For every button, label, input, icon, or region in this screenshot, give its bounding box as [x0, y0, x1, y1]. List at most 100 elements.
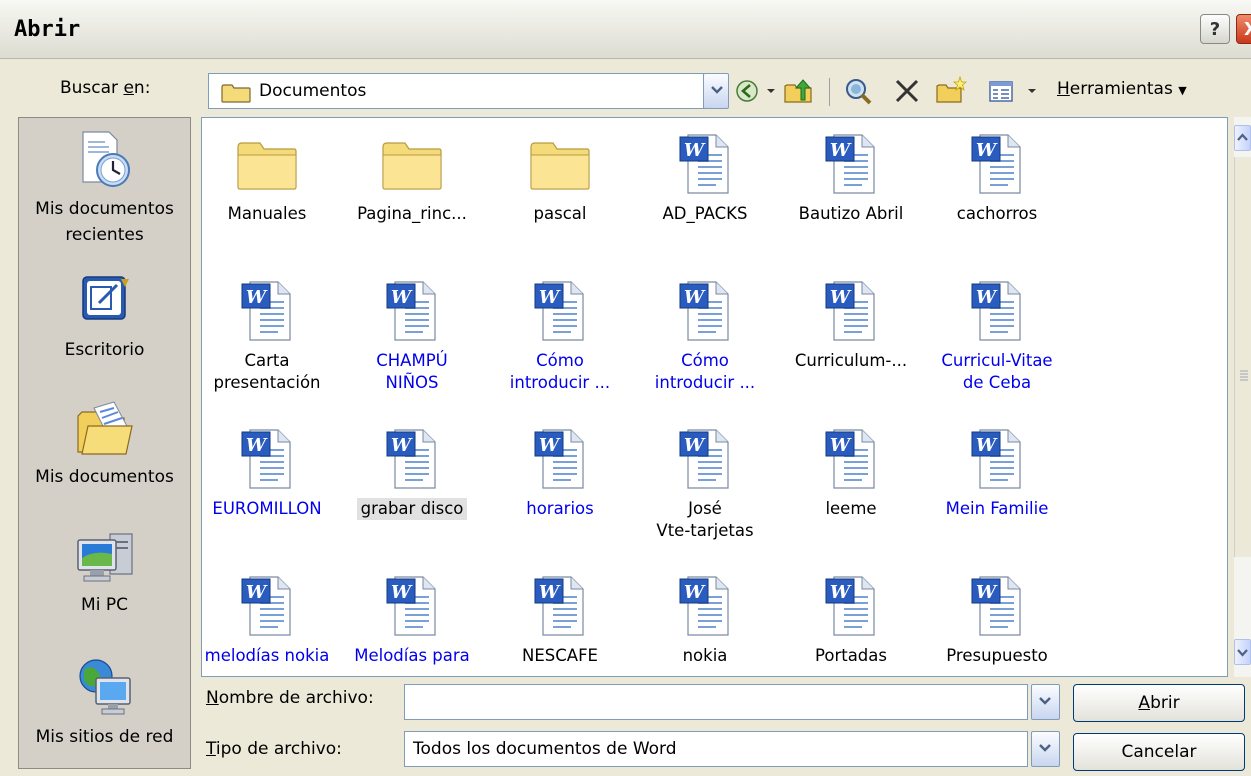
- filetype-combo[interactable]: Todos los documentos de Word: [404, 731, 1060, 767]
- file-name-line: CHAMPÚ: [376, 351, 448, 370]
- new-folder-icon[interactable]: [935, 72, 967, 110]
- file-item[interactable]: W Mein Familie: [922, 428, 1072, 520]
- word-document-icon: W: [241, 281, 291, 341]
- tools-menu-button[interactable]: Herramientas ▼: [1057, 79, 1187, 99]
- file-name: José Vte-tarjetas: [652, 498, 757, 542]
- file-item[interactable]: W Cómo introducir ...: [630, 280, 780, 394]
- file-name: leeme: [821, 498, 880, 520]
- filename-combo[interactable]: [404, 684, 1060, 720]
- file-name: CHAMPÚ NIÑOS: [372, 350, 451, 394]
- close-button[interactable]: X: [1236, 14, 1251, 44]
- vertical-scrollbar[interactable]: [1234, 117, 1251, 677]
- file-item[interactable]: W Cómo introducir ...: [485, 280, 635, 394]
- scroll-up-button[interactable]: [1234, 125, 1251, 151]
- word-document-icon: W: [386, 576, 436, 636]
- folder-icon: [237, 142, 297, 190]
- file-item[interactable]: Wleeme: [776, 428, 926, 520]
- svg-text:W: W: [976, 287, 998, 308]
- file-item[interactable]: W Carta presentación: [202, 280, 342, 394]
- file-item[interactable]: W Curriculum-...: [776, 280, 926, 372]
- look-in-dropdown-button[interactable]: [703, 73, 729, 109]
- place-desktop[interactable]: Escritorio: [19, 273, 190, 363]
- file-item[interactable]: Pagina_rinc...: [337, 133, 487, 225]
- file-item[interactable]: W Bautizo Abril: [776, 133, 926, 225]
- filename-dropdown-button[interactable]: [1031, 684, 1060, 720]
- place-network[interactable]: Mis sitios de red: [19, 656, 190, 750]
- file-item[interactable]: Whorarios: [485, 428, 635, 520]
- file-item[interactable]: W AD_PACKS: [630, 133, 780, 225]
- filetype-label: Tipo de archivo:: [206, 739, 342, 759]
- back-dropdown-icon[interactable]: [766, 72, 776, 110]
- place-label: Mis documentos: [35, 199, 174, 219]
- file-name-line: leeme: [825, 499, 877, 518]
- word-document-icon: W: [679, 429, 729, 489]
- file-name: Cómo introducir ...: [651, 350, 759, 394]
- search-web-icon[interactable]: [843, 72, 875, 110]
- file-name-line: Manuales: [227, 204, 307, 223]
- my-documents-icon: [76, 401, 133, 455]
- file-item[interactable]: Wgrabar disco: [337, 428, 487, 520]
- scrollbar-track[interactable]: [1234, 157, 1251, 557]
- file-item[interactable]: W Melodías para: [337, 575, 487, 667]
- delete-icon[interactable]: [893, 72, 921, 110]
- svg-text:W: W: [246, 582, 268, 603]
- filetype-value: Todos los documentos de Word: [413, 739, 677, 759]
- svg-text:W: W: [684, 582, 706, 603]
- file-item[interactable]: W José Vte-tarjetas: [630, 428, 780, 542]
- cancel-button[interactable]: Cancelar: [1073, 733, 1245, 771]
- file-name-line: EUROMILLON: [212, 499, 322, 518]
- file-name-line: Pagina_rinc...: [357, 204, 467, 223]
- file-item[interactable]: W EUROMILLON: [202, 428, 342, 520]
- scroll-down-button[interactable]: [1234, 639, 1251, 665]
- file-item[interactable]: W CHAMPÚ NIÑOS: [337, 280, 487, 394]
- file-name-line: grabar disco: [360, 499, 464, 518]
- place-my-computer[interactable]: Mi PC: [19, 528, 190, 618]
- places-bar: Mis documentos recientes Escritorio Mis …: [18, 117, 191, 769]
- file-item[interactable]: W Portadas: [776, 575, 926, 667]
- place-label: recientes: [65, 225, 144, 245]
- filename-label: Nombre de archivo:: [206, 688, 374, 708]
- place-recent-documents[interactable]: Mis documentos recientes: [19, 130, 190, 248]
- file-item[interactable]: Wmelodías nokia: [202, 575, 342, 667]
- look-in-combo[interactable]: Documentos: [208, 73, 729, 109]
- back-icon[interactable]: [735, 72, 761, 110]
- look-in-label: Buscar en:: [60, 78, 151, 98]
- help-button[interactable]: ?: [1200, 14, 1230, 44]
- title-bar: Abrir ? X: [0, 0, 1251, 59]
- file-name: Melodías para: [350, 645, 474, 667]
- filetype-dropdown-button[interactable]: [1031, 731, 1060, 767]
- file-name-line: Portadas: [814, 646, 887, 665]
- my-computer-icon: [76, 533, 133, 582]
- open-button[interactable]: Abrir: [1073, 684, 1245, 722]
- place-label: Escritorio: [64, 340, 145, 360]
- place-label: Mis sitios de red: [35, 727, 174, 747]
- file-item[interactable]: pascal: [485, 133, 635, 225]
- svg-text:W: W: [684, 435, 706, 456]
- svg-text:W: W: [539, 435, 561, 456]
- svg-text:W: W: [391, 582, 413, 603]
- svg-text:W: W: [830, 582, 852, 603]
- file-item[interactable]: W Presupuesto: [922, 575, 1072, 667]
- file-name-line: pascal: [533, 204, 587, 223]
- views-icon[interactable]: [987, 72, 1017, 110]
- file-item[interactable]: Wcachorros: [922, 133, 1072, 225]
- svg-text:W: W: [391, 435, 413, 456]
- look-in-value: Documentos: [259, 81, 367, 101]
- views-dropdown-icon[interactable]: [1027, 72, 1037, 110]
- file-item[interactable]: Manuales: [202, 133, 342, 225]
- file-name-line: AD_PACKS: [662, 204, 748, 223]
- file-name: Carta presentación: [209, 350, 324, 394]
- up-folder-icon[interactable]: [783, 72, 813, 110]
- place-my-documents[interactable]: Mis documentos: [19, 398, 190, 490]
- file-list[interactable]: Manuales Pagina_rinc... pascal W AD_PACKS W Ba…: [201, 117, 1228, 677]
- chevron-down-icon: [1039, 697, 1051, 705]
- file-name-line: nokia: [682, 646, 728, 665]
- file-name: melodías nokia: [202, 645, 333, 667]
- file-item[interactable]: W NESCAFE: [485, 575, 635, 667]
- file-name: Mein Familie: [942, 498, 1053, 520]
- file-name: Presupuesto: [942, 645, 1052, 667]
- word-document-icon: W: [825, 429, 875, 489]
- file-item[interactable]: W Curricul-Vitae de Ceba: [922, 280, 1072, 394]
- file-item[interactable]: Wnokia: [630, 575, 780, 667]
- word-document-icon: W: [825, 281, 875, 341]
